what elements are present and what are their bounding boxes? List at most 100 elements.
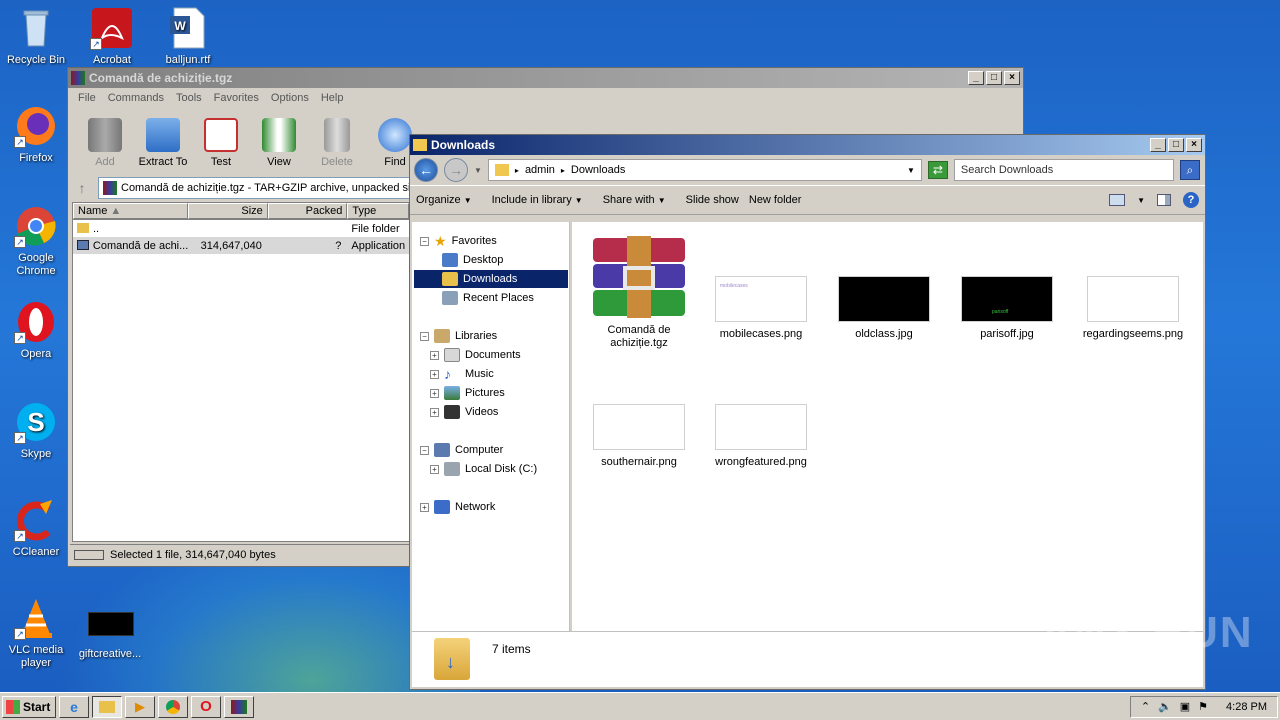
- nav-music[interactable]: + ♪ Music: [430, 365, 494, 383]
- nav-libraries[interactable]: − Libraries: [420, 327, 497, 345]
- table-row[interactable]: Comandă de achi... 314,647,040 ? Applica…: [73, 237, 409, 254]
- recent-pages-chevron-icon[interactable]: ▼: [474, 166, 482, 175]
- desktop-icon-acrobat[interactable]: ↗ Acrobat: [76, 6, 148, 67]
- refresh-button[interactable]: ⇄: [927, 161, 948, 179]
- column-packed[interactable]: Packed: [267, 203, 348, 219]
- extract-to-button[interactable]: Extract To: [136, 118, 190, 168]
- desktop-icon-giftcreative[interactable]: giftcreative...: [74, 608, 146, 661]
- change-view-icon[interactable]: [1109, 194, 1126, 206]
- include-in-library-button[interactable]: Include in library ▼: [492, 194, 583, 206]
- table-row[interactable]: .. File folder: [73, 220, 409, 237]
- file-item[interactable]: Comandă de achiziție.tgz: [584, 236, 694, 350]
- forward-button[interactable]: →: [444, 158, 468, 182]
- organize-button[interactable]: Organize ▼: [416, 194, 472, 206]
- nav-pictures[interactable]: + Pictures: [430, 384, 505, 402]
- close-button[interactable]: ×: [1186, 138, 1202, 152]
- winrar-titlebar[interactable]: Comandă de achiziție.tgz _ □ ×: [68, 68, 1023, 88]
- taskbar-explorer[interactable]: [92, 695, 122, 718]
- view-options-chevron-icon[interactable]: ▼: [1137, 196, 1145, 205]
- folder-icon: [413, 139, 427, 151]
- nav-documents[interactable]: + Documents: [430, 346, 521, 364]
- search-icon[interactable]: ⌕: [1179, 160, 1200, 180]
- column-name[interactable]: Name ▲: [73, 203, 189, 219]
- taskbar-media-player[interactable]: ▶: [125, 695, 155, 718]
- taskbar-winrar[interactable]: [224, 695, 254, 718]
- desktop-icon-label: balljun.rtf: [165, 54, 211, 66]
- file-name: Comandă de achiziție.tgz: [607, 324, 671, 349]
- network-status-icon[interactable]: ▣: [1180, 700, 1190, 713]
- menu-options[interactable]: Options: [265, 92, 315, 104]
- menu-commands[interactable]: Commands: [102, 92, 170, 104]
- maximize-button[interactable]: □: [1168, 138, 1184, 152]
- expand-icon[interactable]: +: [430, 464, 439, 474]
- new-folder-button[interactable]: New folder: [749, 194, 802, 206]
- address-bar[interactable]: ▸ admin ▸ Downloads ▼: [487, 159, 922, 181]
- taskbar-ie[interactable]: e: [59, 695, 89, 718]
- share-with-button[interactable]: Share with ▼: [603, 194, 666, 206]
- breadcrumb-admin[interactable]: admin: [525, 164, 555, 176]
- taskbar-opera[interactable]: O: [191, 695, 221, 718]
- desktop-icon-ccleaner[interactable]: ↗ CCleaner: [0, 498, 72, 559]
- volume-icon[interactable]: 🔈: [1158, 700, 1172, 713]
- nav-downloads[interactable]: Downloads: [414, 270, 568, 288]
- file-item[interactable]: oldclass.jpg: [829, 276, 939, 341]
- expand-icon[interactable]: +: [420, 502, 429, 512]
- file-item[interactable]: regardingseems.png: [1075, 276, 1191, 341]
- desktop-icon-skype[interactable]: S ↗ Skype: [0, 400, 72, 461]
- clock[interactable]: 4:28 PM: [1226, 701, 1267, 713]
- collapse-icon[interactable]: −: [420, 445, 429, 455]
- expand-icon[interactable]: +: [430, 350, 439, 360]
- minimize-button[interactable]: _: [968, 71, 984, 85]
- nav-local-disk[interactable]: + Local Disk (C:): [430, 460, 537, 478]
- up-arrow-icon[interactable]: ↑: [72, 180, 92, 196]
- nav-computer[interactable]: − Computer: [420, 441, 503, 459]
- menu-tools[interactable]: Tools: [170, 92, 208, 104]
- desktop-icon-vlc[interactable]: ↗ VLC media player: [0, 596, 72, 670]
- explorer-titlebar[interactable]: Downloads _ □ ×: [410, 135, 1205, 155]
- desktop-icon-firefox[interactable]: ↗ Firefox: [0, 104, 72, 165]
- collapse-icon[interactable]: −: [420, 331, 429, 341]
- expand-icon[interactable]: +: [430, 369, 439, 379]
- file-item[interactable]: parisoff parisoff.jpg: [952, 276, 1062, 341]
- column-type[interactable]: Type: [347, 203, 409, 219]
- menu-favorites[interactable]: Favorites: [208, 92, 265, 104]
- file-item[interactable]: southernair.png: [584, 404, 694, 469]
- desktop-icon-recycle-bin[interactable]: Recycle Bin: [0, 6, 72, 67]
- view-button[interactable]: View: [252, 118, 306, 168]
- firefox-icon: ↗: [14, 104, 58, 148]
- minimize-button[interactable]: _: [1150, 138, 1166, 152]
- preview-pane-icon[interactable]: [1157, 194, 1171, 206]
- column-size[interactable]: Size: [188, 203, 268, 219]
- taskbar-chrome[interactable]: [158, 695, 188, 718]
- desktop-icon-opera[interactable]: ↗ Opera: [0, 300, 72, 361]
- slide-show-button[interactable]: Slide show: [686, 194, 739, 206]
- expand-icon[interactable]: +: [430, 407, 439, 417]
- nav-favorites[interactable]: − ★ Favorites: [420, 232, 497, 250]
- maximize-button[interactable]: □: [986, 71, 1002, 85]
- desktop-icon-chrome[interactable]: ↗ Google Chrome: [0, 204, 72, 278]
- breadcrumb-downloads[interactable]: Downloads: [571, 164, 625, 176]
- address-dropdown-icon[interactable]: ▼: [907, 166, 915, 175]
- nav-videos[interactable]: + Videos: [430, 403, 498, 421]
- test-button[interactable]: Test: [194, 118, 248, 168]
- search-input[interactable]: Search Downloads: [953, 159, 1174, 181]
- nav-desktop[interactable]: Desktop: [442, 251, 566, 269]
- help-icon[interactable]: ?: [1183, 192, 1199, 208]
- delete-button[interactable]: Delete: [310, 118, 364, 168]
- action-center-flag-icon[interactable]: ⚑: [1198, 700, 1208, 713]
- menu-help[interactable]: Help: [315, 92, 350, 104]
- documents-icon: [444, 348, 460, 362]
- file-item[interactable]: mobilecases mobilecases.png: [706, 276, 816, 341]
- back-button[interactable]: ←: [414, 158, 438, 182]
- close-button[interactable]: ×: [1004, 71, 1020, 85]
- collapse-icon[interactable]: −: [420, 236, 429, 246]
- file-item[interactable]: wrongfeatured.png: [706, 404, 816, 469]
- nav-network[interactable]: + Network: [420, 498, 495, 516]
- desktop-icon-balljun[interactable]: W balljun.rtf: [152, 6, 224, 67]
- show-hidden-icons-icon[interactable]: ⌃: [1141, 700, 1150, 713]
- add-button[interactable]: Add: [78, 118, 132, 168]
- expand-icon[interactable]: +: [430, 388, 439, 398]
- nav-recent-places[interactable]: Recent Places: [442, 289, 534, 307]
- menu-file[interactable]: File: [72, 92, 102, 104]
- start-button[interactable]: Start: [2, 695, 56, 718]
